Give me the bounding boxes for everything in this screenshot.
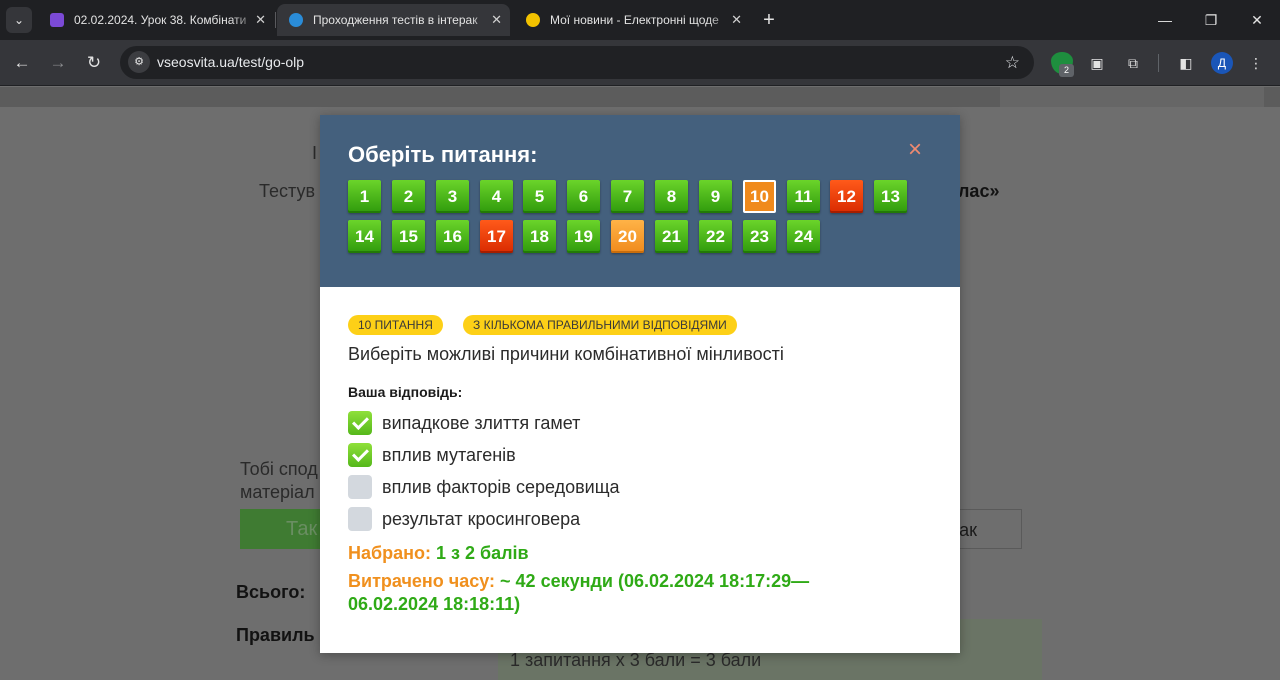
tab-test[interactable]: Проходження тестів в інтерак ✕ (277, 4, 510, 36)
question-button-24[interactable]: 24 (787, 220, 820, 253)
time-line-cont: 06.02.2024 18:18:11) (348, 593, 520, 615)
window-close-icon[interactable]: ✕ (1234, 0, 1280, 40)
question-button-13[interactable]: 13 (874, 180, 907, 213)
url-text[interactable]: vseosvita.ua/test/go-olp (157, 46, 304, 79)
question-button-6[interactable]: 6 (567, 180, 600, 213)
bg-score-line: 1 запитання x 3 бали = 3 бали (510, 650, 762, 670)
checkbox (348, 507, 372, 531)
question-button-12[interactable]: 12 (830, 180, 863, 213)
browser-toolbar: ← → ↻ ⚙ vseosvita.ua/test/go-olp ☆ 2 ▣ ⧉… (0, 40, 1280, 86)
bg-fragment: І (312, 143, 318, 163)
question-button-19[interactable]: 19 (567, 220, 600, 253)
score-label: Набрано: (348, 543, 431, 563)
question-button-20[interactable]: 20 (611, 220, 644, 253)
question-button-10[interactable]: 10 (743, 180, 776, 213)
tab-search-button[interactable]: ⌄ (6, 7, 32, 33)
question-button-3[interactable]: 3 (436, 180, 469, 213)
question-button-5[interactable]: 5 (523, 180, 556, 213)
question-button-1[interactable]: 1 (348, 180, 381, 213)
time-value-line2: 06.02.2024 18:18:11) (348, 594, 521, 614)
tab-lesson[interactable]: 02.02.2024. Урок 38. Комбінати ✕ (38, 4, 274, 36)
side-panel-icon[interactable]: ◧ (1175, 52, 1197, 74)
answer-option-text: результат кросинговера (382, 509, 581, 529)
site-header (0, 87, 1280, 107)
question-picker-modal: Оберіть питання: × 1 2 3 4 5 6 7 8 9 10 11 12 13 14 15… (320, 115, 960, 653)
tab-strip: ⌄ 02.02.2024. Урок 38. Комбінати ✕ Прохо… (0, 0, 1280, 40)
header-box (1000, 87, 1264, 107)
question-button-15[interactable]: 15 (392, 220, 425, 253)
score-value: 1 з 2 балів (436, 543, 529, 563)
bg-feedback-line1: Тобі спод (240, 459, 318, 479)
tab-news[interactable]: Мої новини - Електронні щоде ✕ (514, 4, 750, 36)
close-icon[interactable]: × (904, 137, 926, 163)
question-button-7[interactable]: 7 (611, 180, 644, 213)
question-button-16[interactable]: 16 (436, 220, 469, 253)
tab-title: 02.02.2024. Урок 38. Комбінати (74, 13, 247, 27)
tab-separator (275, 12, 276, 28)
question-button-22[interactable]: 22 (699, 220, 732, 253)
checkbox (348, 443, 372, 467)
bg-yes-button[interactable]: Так (240, 509, 332, 549)
modal-title: Оберіть питання: (348, 142, 538, 167)
classroom-favicon-icon (50, 13, 64, 27)
bg-testing-text: Тестув (259, 181, 316, 201)
time-label: Витрачено часу: (348, 571, 496, 591)
bg-class-text: лас» (958, 181, 1000, 201)
question-type-badge: З КІЛЬКОМА ПРАВИЛЬНИМИ ВІДПОВІДЯМИ (463, 315, 737, 335)
address-bar[interactable]: ⚙ vseosvita.ua/test/go-olp ☆ (120, 46, 1034, 79)
question-button-4[interactable]: 4 (480, 180, 513, 213)
tab-close-icon[interactable]: ✕ (731, 4, 742, 36)
bg-correct-label: Правиль (236, 625, 315, 645)
tab-close-icon[interactable]: ✕ (255, 4, 266, 36)
checkbox (348, 475, 372, 499)
question-number-badge: 10 ПИТАННЯ (348, 315, 443, 335)
question-button-21[interactable]: 21 (655, 220, 688, 253)
answer-option-text: вплив мутагенів (382, 445, 516, 465)
question-button-14[interactable]: 14 (348, 220, 381, 253)
answer-label: Ваша відповідь: (348, 384, 463, 400)
site-info-icon[interactable]: ⚙ (128, 51, 150, 73)
reload-icon[interactable]: ↻ (81, 50, 107, 76)
time-value-line1: ~ 42 секунди (06.02.2024 18:17:29— (500, 571, 810, 591)
question-button-23[interactable]: 23 (743, 220, 776, 253)
question-button-18[interactable]: 18 (523, 220, 556, 253)
toolbar-separator (1158, 54, 1159, 72)
score-line: Набрано: 1 з 2 балів (348, 542, 529, 564)
vseosvita-favicon-icon (289, 13, 303, 27)
modal-header: Оберіть питання: × 1 2 3 4 5 6 7 8 9 10 11 12 13 14 15… (320, 115, 960, 287)
tab-close-icon[interactable]: ✕ (491, 4, 502, 36)
restore-icon[interactable]: ❐ (1188, 0, 1234, 40)
tab-title: Проходження тестів в інтерак (313, 13, 478, 27)
minimize-icon[interactable]: — (1142, 0, 1188, 40)
question-button-17[interactable]: 17 (480, 220, 513, 253)
forward-arrow-icon[interactable]: → (45, 50, 71, 76)
news-favicon-icon (526, 13, 540, 27)
cast-extension-icon[interactable]: ▣ (1086, 52, 1108, 74)
new-tab-button[interactable]: + (756, 7, 782, 33)
question-button-8[interactable]: 8 (655, 180, 688, 213)
extensions-puzzle-icon[interactable]: ⧉ (1122, 52, 1144, 74)
back-arrow-icon[interactable]: ← (9, 50, 35, 76)
bg-feedback-line2: матеріал (240, 482, 315, 502)
checkbox (348, 411, 372, 435)
answer-option-text: випадкове злиття гамет (382, 413, 581, 433)
profile-avatar[interactable]: Д (1211, 52, 1233, 74)
question-text: Виберіть можливі причини комбінативної м… (348, 344, 784, 364)
question-button-9[interactable]: 9 (699, 180, 732, 213)
question-button-11[interactable]: 11 (787, 180, 820, 213)
browser-menu-icon[interactable]: ⋮ (1245, 52, 1267, 74)
question-button-2[interactable]: 2 (392, 180, 425, 213)
answer-option-text: вплив факторів середовища (382, 477, 620, 497)
extension-badge: 2 (1059, 64, 1074, 77)
tab-title: Мої новини - Електронні щоде (550, 13, 719, 27)
bookmark-star-icon[interactable]: ☆ (1005, 46, 1020, 79)
time-line: Витрачено часу: ~ 42 секунди (06.02.2024… (348, 570, 809, 592)
bg-total-label: Всього: (236, 582, 306, 602)
